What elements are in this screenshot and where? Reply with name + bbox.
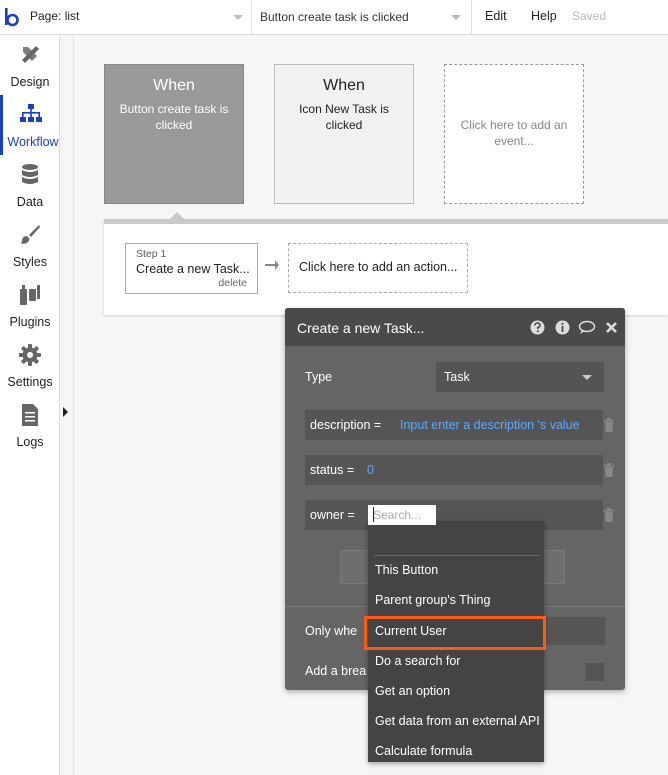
help-menu[interactable]: Help	[531, 9, 557, 23]
panel-title: Create a new Task...	[297, 320, 425, 336]
sidebar-item-label: Logs	[16, 435, 44, 449]
search-placeholder: Search...	[373, 508, 422, 522]
event-description: Button create task is clicked	[119, 102, 229, 132]
comment-icon[interactable]	[578, 320, 596, 335]
plugin-icon	[20, 285, 40, 305]
chevron-down-icon	[582, 375, 592, 380]
design-icon	[22, 46, 39, 63]
sidebar-item-logs[interactable]: Logs	[0, 395, 60, 455]
type-value: Task	[444, 370, 470, 384]
field-key: status =	[310, 463, 355, 477]
sidebar-item-label: Plugins	[9, 315, 51, 329]
event-when-label: When	[153, 77, 195, 94]
highlight-box	[364, 616, 546, 650]
close-icon[interactable]	[605, 320, 618, 335]
dropdown-item-do-a-search[interactable]: Do a search for	[375, 654, 460, 668]
canvas-divider	[73, 35, 74, 775]
owner-search-input[interactable]: Search...	[368, 505, 436, 525]
breakpoint-checkbox[interactable]	[586, 663, 604, 681]
status-field[interactable]: status = 0	[305, 455, 603, 485]
arrow-right-icon	[265, 260, 279, 270]
field-key: description =	[310, 418, 382, 432]
trash-icon[interactable]	[603, 418, 615, 432]
dropdown-separator	[374, 555, 540, 556]
event-card-icon-new-task[interactable]: When Icon New Task is clicked	[274, 64, 414, 204]
chevron-down-icon	[451, 15, 461, 20]
event-when-label: When	[323, 77, 365, 94]
database-icon	[22, 164, 38, 184]
field-dynamic-value[interactable]: 0	[367, 463, 374, 477]
add-event-button[interactable]: Click here to add an event...	[444, 64, 584, 204]
trash-icon[interactable]	[603, 463, 615, 477]
type-dropdown[interactable]: Task	[436, 362, 604, 392]
sidebar: Design Workflow Data Styles Plugins Sett…	[0, 35, 60, 775]
expand-panel-icon[interactable]	[63, 407, 68, 417]
event-description: Icon New Task is clicked	[299, 102, 389, 132]
add-action-button[interactable]: Click here to add an action...	[288, 243, 468, 293]
gear-icon	[19, 344, 41, 366]
info-icon[interactable]	[555, 320, 570, 335]
sidebar-item-label: Data	[16, 195, 44, 209]
save-status: Saved	[572, 9, 607, 23]
dropdown-item-parent-group-thing[interactable]: Parent group's Thing	[375, 593, 490, 607]
workflow-icon	[20, 104, 42, 122]
help-icon[interactable]	[530, 320, 545, 335]
sidebar-item-design[interactable]: Design	[0, 35, 60, 95]
trash-icon[interactable]	[603, 508, 615, 522]
document-icon	[22, 404, 38, 426]
sidebar-item-label: Design	[10, 75, 50, 89]
sidebar-item-label: Settings	[7, 375, 53, 389]
add-event-label: Click here to add an event...	[460, 118, 568, 148]
description-field[interactable]: description = Input enter a description …	[305, 410, 603, 440]
step-title: Create a new Task...	[136, 262, 250, 276]
dropdown-item-get-option[interactable]: Get an option	[375, 684, 450, 698]
sidebar-item-plugins[interactable]: Plugins	[0, 275, 60, 335]
breakpoint-label: Add a brea	[305, 664, 367, 678]
sidebar-item-label: Workflow	[7, 135, 59, 149]
event-card-button-create-task[interactable]: When Button create task is clicked	[104, 64, 244, 204]
sidebar-item-styles[interactable]: Styles	[0, 215, 60, 275]
dropdown-item-calculate-formula[interactable]: Calculate formula	[375, 744, 472, 758]
selected-event-pointer	[170, 212, 184, 219]
sidebar-item-settings[interactable]: Settings	[0, 335, 60, 395]
type-label: Type	[305, 370, 333, 384]
panel-header: Create a new Task...	[285, 308, 625, 346]
step-card[interactable]: Step 1 Create a new Task... delete	[125, 243, 258, 294]
text-cursor	[373, 507, 374, 522]
event-selector-label: Button create task is clicked	[260, 10, 409, 24]
brush-icon	[20, 225, 40, 244]
step-number: Step 1	[136, 248, 167, 260]
edit-menu[interactable]: Edit	[485, 9, 507, 23]
event-selector[interactable]: Button create task is clicked	[252, 0, 472, 35]
only-when-field[interactable]	[540, 617, 605, 645]
sidebar-item-data[interactable]: Data	[0, 155, 60, 215]
dropdown-item-this-button[interactable]: This Button	[375, 563, 438, 577]
only-when-label: Only whe	[305, 624, 358, 638]
field-dynamic-value[interactable]: Input enter a description 's value	[400, 418, 580, 432]
sidebar-item-label: Styles	[12, 255, 48, 269]
delete-step-link[interactable]: delete	[218, 277, 247, 289]
add-action-label: Click here to add an action...	[299, 260, 458, 274]
dropdown-item-external-api[interactable]: Get data from an external API	[375, 714, 540, 728]
page-selector[interactable]: Page: list	[22, 0, 252, 35]
chevron-down-icon	[233, 15, 243, 20]
top-bar: Page: list Button create task is clicked…	[0, 0, 668, 35]
field-key: owner =	[310, 508, 355, 522]
bubble-logo-icon[interactable]	[2, 4, 22, 30]
sidebar-item-workflow[interactable]: Workflow	[0, 95, 60, 155]
page-selector-label: Page: list	[30, 9, 80, 23]
